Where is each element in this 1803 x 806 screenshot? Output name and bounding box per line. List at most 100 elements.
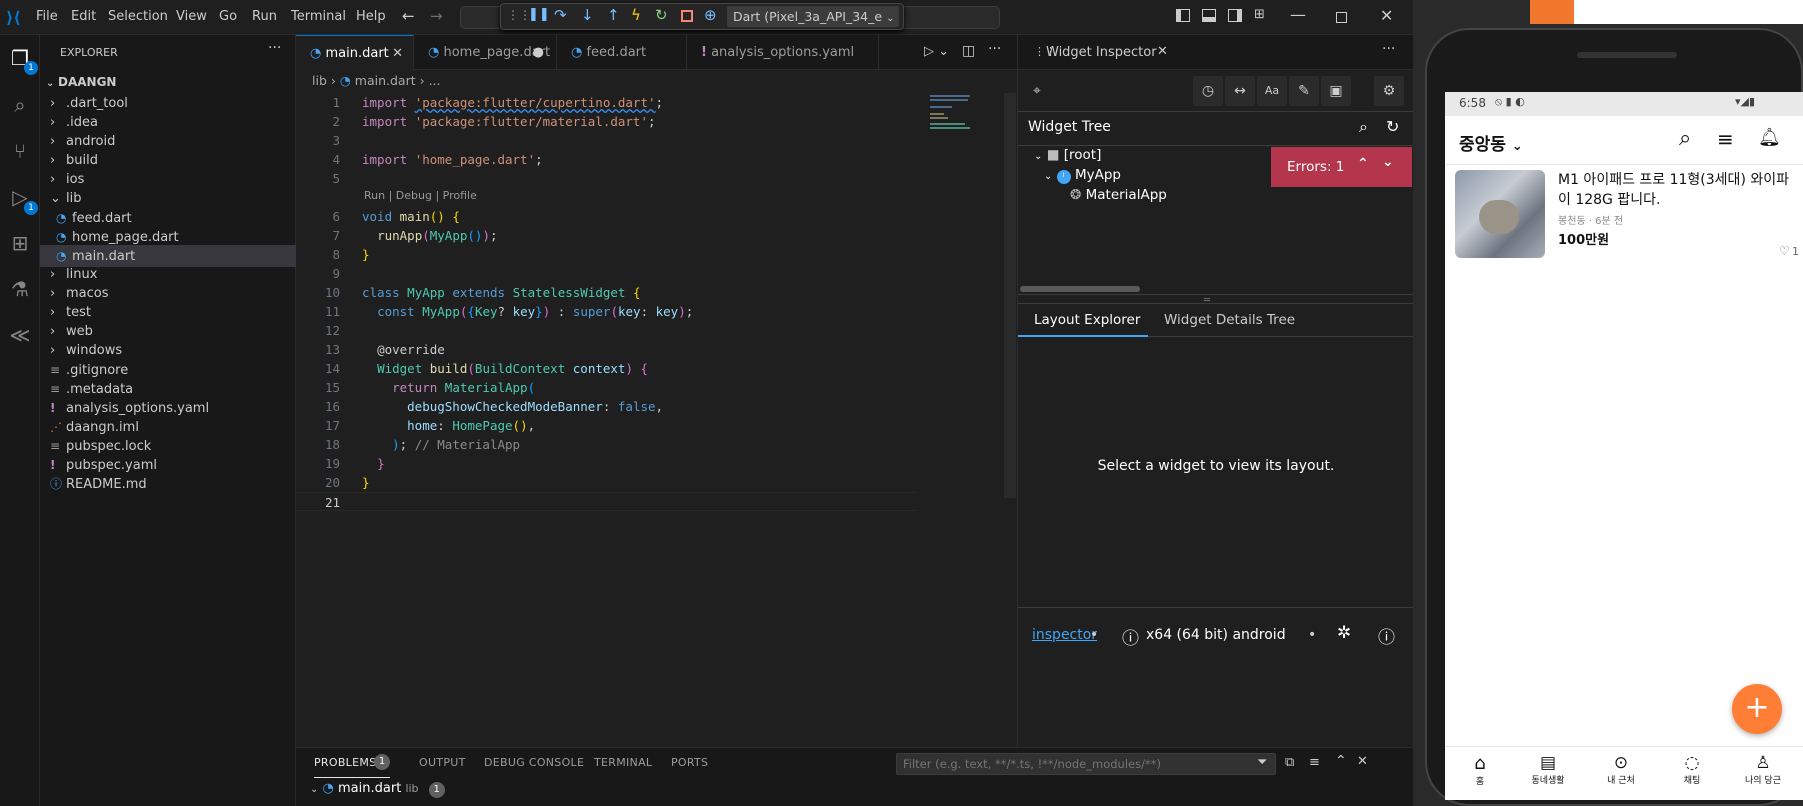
more-actions-icon[interactable]: ··· xyxy=(268,40,281,56)
code-line[interactable]: 10 class MyApp extends StatelessWidget { xyxy=(296,283,916,302)
code-line[interactable]: 4 import 'home_page.dart'; xyxy=(296,150,916,169)
nav-nearby[interactable]: ⊙ 내 근처 xyxy=(1593,753,1649,786)
chevron-up-icon[interactable]: ⌃ xyxy=(1357,156,1369,172)
menu-terminal[interactable]: Terminal xyxy=(291,9,346,24)
tree-node-materialapp[interactable]: ❂ MaterialApp xyxy=(1070,187,1167,203)
restart-icon[interactable]: ↻ xyxy=(655,6,668,24)
inspector-link[interactable]: inspector xyxy=(1032,627,1097,643)
bug-icon[interactable]: ✲ xyxy=(1337,623,1351,643)
maximize-panel-icon[interactable]: ⌃ xyxy=(1335,753,1347,769)
info-icon[interactable]: ⓘ xyxy=(1122,624,1139,649)
breadcrumb-symbol[interactable]: ... xyxy=(429,73,441,88)
code-line[interactable]: 18 ); // MaterialApp xyxy=(296,435,916,454)
code-line[interactable]: 11 const MyApp({Key? key}) : super(key: … xyxy=(296,302,916,321)
toggle-secondary-sidebar-icon[interactable] xyxy=(1228,9,1242,22)
code-line[interactable]: 15 return MaterialApp( xyxy=(296,378,916,397)
menu-file[interactable]: File xyxy=(36,9,58,24)
heart-icon[interactable]: ♡ xyxy=(1779,244,1790,258)
menu-icon[interactable]: ≡ xyxy=(1717,127,1734,151)
code-line-current[interactable]: 21 xyxy=(296,492,916,511)
tab-feed-dart[interactable]: ◔ feed.dart xyxy=(557,35,687,70)
toggle-panel-icon[interactable] xyxy=(1202,9,1216,22)
stop-icon[interactable] xyxy=(681,10,693,22)
more-actions-icon[interactable]: ··· xyxy=(988,41,1001,57)
add-fab-button[interactable]: + xyxy=(1732,684,1782,734)
code-line[interactable]: 13 @override xyxy=(296,340,916,359)
code-line[interactable]: 5 xyxy=(296,169,916,188)
code-line[interactable]: 3 xyxy=(296,131,916,150)
settings-gear-icon[interactable]: ⚙ xyxy=(1374,76,1404,106)
notification-bell-icon[interactable]: 🔔︎ xyxy=(1758,127,1781,148)
step-over-icon[interactable]: ↷ xyxy=(554,6,567,24)
codelens[interactable]: Run | Debug | Profile xyxy=(364,189,477,202)
forward-arrow-icon[interactable]: → xyxy=(430,7,443,25)
nav-home[interactable]: ⌂ 홈 xyxy=(1455,753,1505,787)
performance-overlay-icon[interactable]: ◷ xyxy=(1193,76,1223,106)
search-icon[interactable]: ⌕ xyxy=(6,91,34,119)
show-guidelines-icon[interactable]: ↔ xyxy=(1225,76,1255,106)
menu-view[interactable]: View xyxy=(176,9,207,24)
project-root[interactable]: ⌄ DAANGN xyxy=(40,71,296,93)
code-line[interactable]: 8} xyxy=(296,245,916,264)
nav-chat[interactable]: ◌ 채팅 xyxy=(1667,753,1717,786)
breadcrumb-file[interactable]: main.dart xyxy=(355,73,416,88)
menu-go[interactable]: Go xyxy=(219,9,237,24)
menu-help[interactable]: Help xyxy=(356,9,386,24)
chevron-down-icon[interactable]: ⌄ xyxy=(1382,154,1394,170)
repaint-rainbow-icon[interactable]: ✎ xyxy=(1289,76,1319,106)
code-line[interactable]: 12 xyxy=(296,321,916,340)
source-control-icon[interactable]: ⑂ xyxy=(6,137,34,165)
code-line[interactable]: 19 } xyxy=(296,454,916,473)
show-baselines-icon[interactable]: Aa xyxy=(1257,76,1287,106)
hot-reload-icon[interactable]: ϟ xyxy=(631,6,641,24)
close-tab-icon[interactable]: ✕ xyxy=(392,36,403,71)
view-as-list-icon[interactable]: ≡ xyxy=(1309,755,1320,770)
code-line[interactable]: 2 import 'package:flutter/material.dart'; xyxy=(296,112,916,131)
close-tab-icon[interactable]: ✕ xyxy=(1157,44,1168,59)
minimap[interactable] xyxy=(930,93,1000,135)
tab-debug-console[interactable]: DEBUG CONSOLE xyxy=(484,756,584,769)
code-line[interactable]: 9 xyxy=(296,264,916,283)
tab-ports[interactable]: PORTS xyxy=(671,756,708,769)
inspector-tab[interactable]: Widget Inspector xyxy=(1046,45,1157,60)
testing-icon[interactable]: ⚗ xyxy=(6,275,34,303)
maximize-icon[interactable] xyxy=(1336,12,1347,23)
tab-home-page-dart[interactable]: ◔ home_page.dart ● xyxy=(414,35,557,70)
flutter-icon[interactable]: ≪ xyxy=(6,321,34,349)
minimize-icon[interactable]: — xyxy=(1290,5,1306,24)
step-out-icon[interactable]: ↑ xyxy=(607,6,620,24)
problems-filter[interactable]: ⏷ xyxy=(896,753,1276,775)
code-line[interactable]: 16 debugShowCheckedModeBanner: false, xyxy=(296,397,916,416)
tab-terminal[interactable]: TERMINAL xyxy=(594,756,652,769)
code-line[interactable]: 14 Widget build(BuildContext context) { xyxy=(296,359,916,378)
menu-edit[interactable]: Edit xyxy=(71,9,96,24)
feed-item[interactable]: M1 아이패드 프로 11형(3세대) 와이파이 128G 팝니다. 봉천동 ·… xyxy=(1445,166,1803,258)
refresh-icon[interactable]: ↻ xyxy=(1386,117,1399,136)
tab-analysis-options[interactable]: ! analysis_options.yaml xyxy=(687,35,879,70)
nav-my-page[interactable]: ♙ 나의 당근 xyxy=(1733,753,1793,786)
tab-main-dart[interactable]: ◔ main.dart ✕ xyxy=(296,35,414,70)
tab-problems[interactable]: PROBLEMS 1 xyxy=(314,748,390,778)
split-editor-icon[interactable]: ◫ xyxy=(962,43,975,59)
breadcrumb-lib[interactable]: lib xyxy=(312,73,327,88)
code-line[interactable]: 6 void main() { xyxy=(296,207,916,226)
horizontal-scrollbar[interactable] xyxy=(1020,286,1140,292)
step-into-icon[interactable]: ↓ xyxy=(581,6,594,24)
select-widget-mode-icon[interactable]: ⌖ xyxy=(1022,76,1052,106)
help-icon[interactable]: ⓘ xyxy=(1378,623,1395,648)
filter-input[interactable] xyxy=(897,754,1237,774)
code-line[interactable]: 20} xyxy=(296,473,916,492)
tab-layout-explorer[interactable]: Layout Explorer xyxy=(1018,304,1148,337)
explorer-item[interactable]: ⓘ README.md xyxy=(40,473,296,495)
search-icon[interactable]: ⌕ xyxy=(1359,117,1368,137)
search-icon[interactable]: ⌕ xyxy=(1679,126,1691,151)
back-arrow-icon[interactable]: ← xyxy=(402,7,415,25)
filter-icon[interactable]: ⏷ xyxy=(1257,755,1267,770)
tab-widget-details-tree[interactable]: Widget Details Tree xyxy=(1148,304,1298,337)
close-window-icon[interactable]: ✕ xyxy=(1380,6,1393,25)
code-line[interactable]: 7 runApp(MyApp()); xyxy=(296,226,916,245)
nav-community[interactable]: ▤ 동네생활 xyxy=(1520,753,1576,786)
toggle-sidebar-icon[interactable] xyxy=(1176,9,1190,22)
debug-target-select[interactable]: Dart (Pixel_3a_API_34_e ⌄ xyxy=(727,6,899,27)
inspect-icon[interactable]: ⊕ xyxy=(704,6,717,24)
